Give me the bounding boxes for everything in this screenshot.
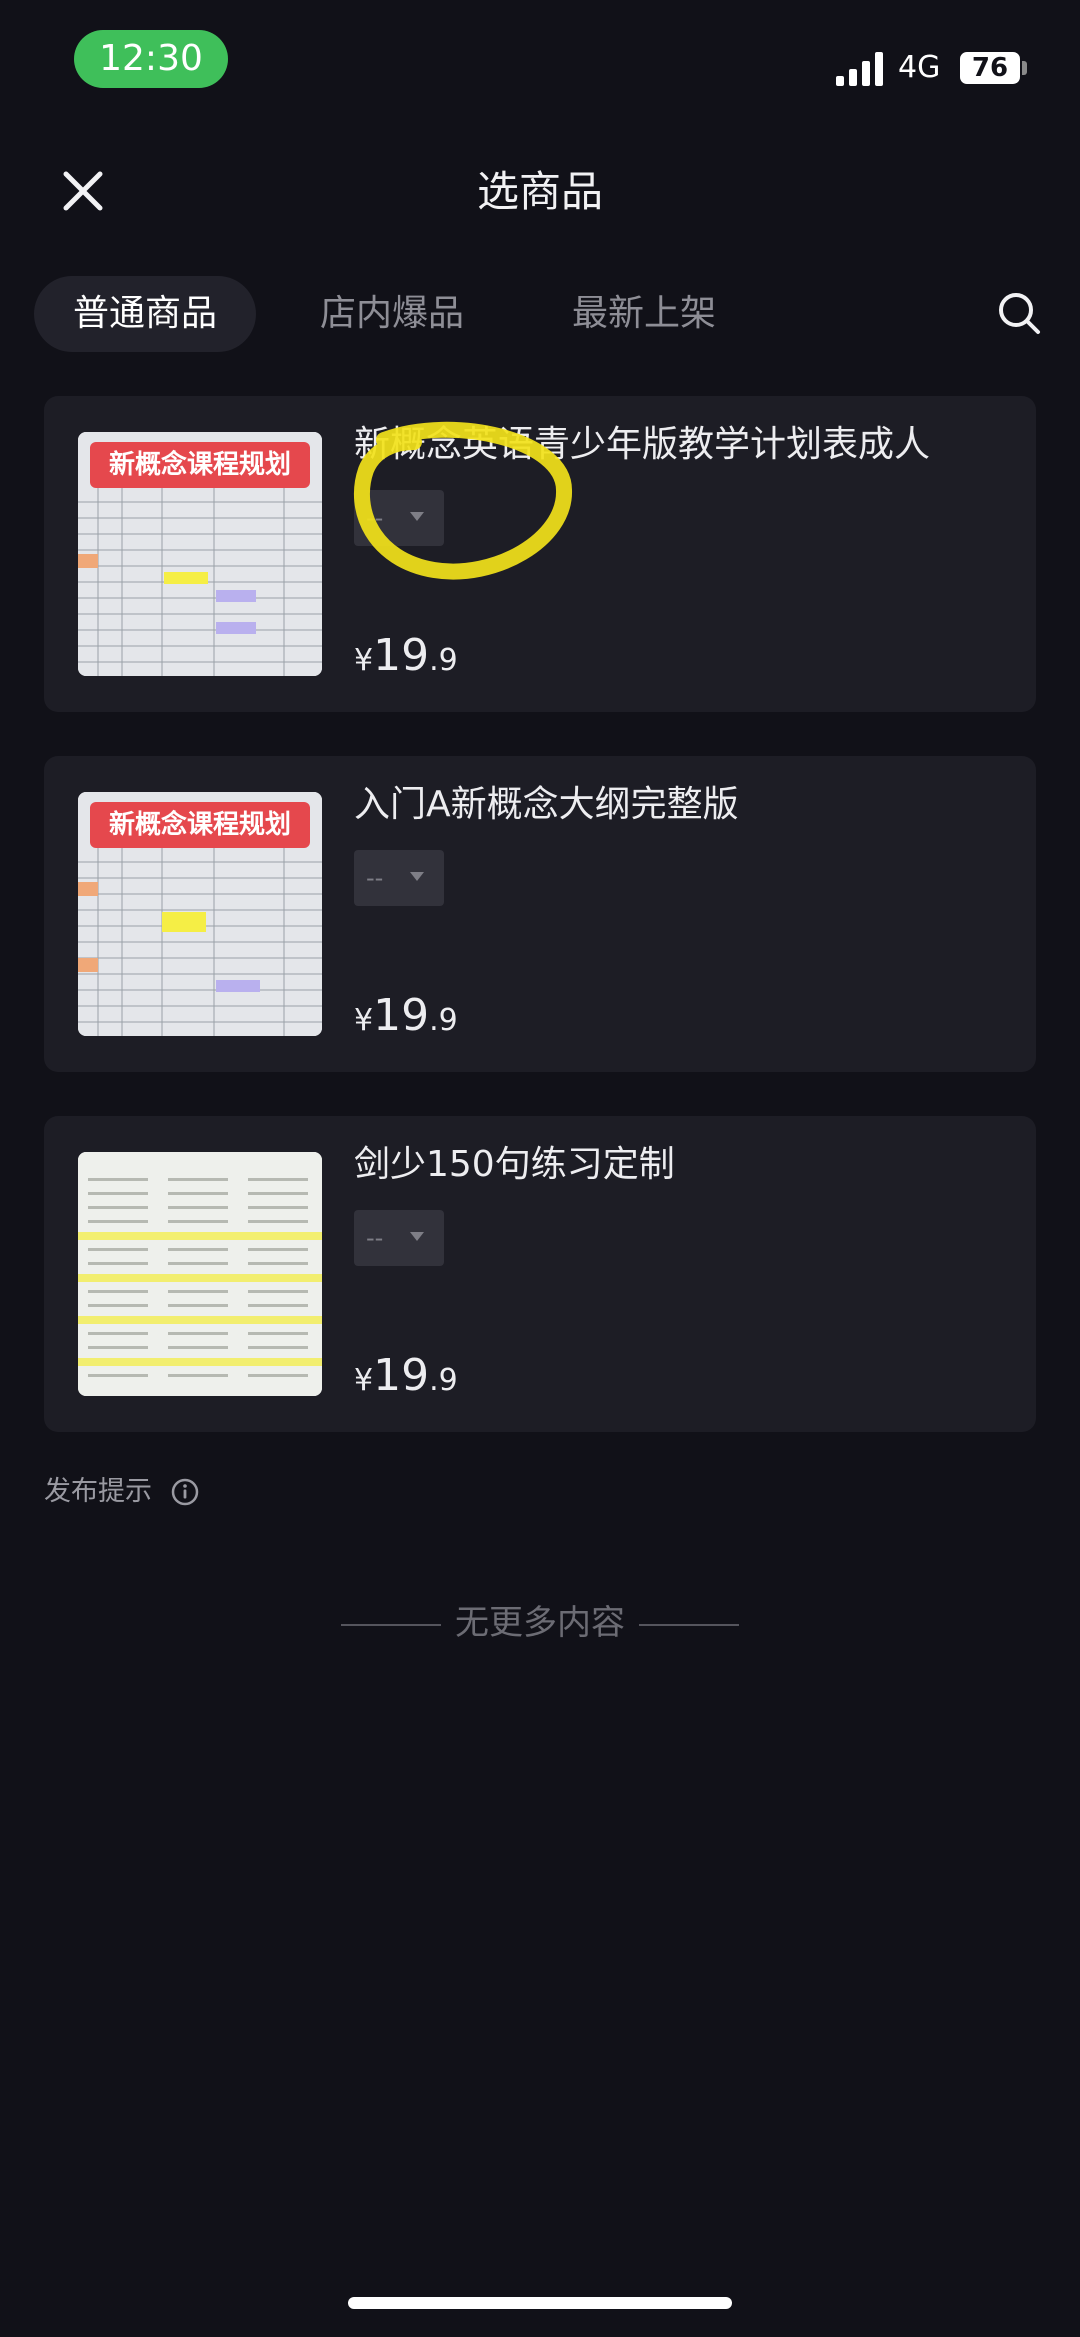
battery-tip	[1022, 61, 1027, 75]
price-integer: 19	[373, 990, 430, 1041]
status-bar: 12:30 4G 76	[0, 0, 1080, 120]
product-thumbnail	[78, 1152, 322, 1396]
no-more-content: 无更多内容	[0, 1600, 1080, 1646]
chevron-down-icon	[410, 872, 424, 881]
spec-select[interactable]: --	[354, 490, 444, 546]
battery-level: 76	[960, 52, 1020, 84]
product-list: 新概念课程规划 新概念英语青少年版教学计划表成人 -- ¥19.9 新概念课程规…	[44, 396, 1036, 1476]
divider	[639, 1623, 739, 1626]
spec-value: --	[366, 1224, 384, 1252]
price-symbol: ¥	[354, 1363, 374, 1398]
search-icon[interactable]	[996, 290, 1042, 336]
price-decimal: .9	[429, 1363, 458, 1398]
product-title: 剑少150句练习定制	[354, 1144, 675, 1185]
publish-tip-label: 发布提示	[44, 1476, 152, 1507]
price-integer: 19	[373, 1350, 430, 1401]
spec-select[interactable]: --	[354, 1210, 444, 1266]
spec-value: --	[366, 864, 384, 892]
product-price: ¥19.9	[354, 992, 458, 1049]
no-more-label: 无更多内容	[455, 1603, 625, 1643]
product-price: ¥19.9	[354, 632, 458, 689]
network-label: 4G	[898, 50, 941, 85]
chevron-down-icon	[410, 512, 424, 521]
product-title: 新概念英语青少年版教学计划表成人	[354, 424, 931, 465]
spec-select[interactable]: --	[354, 850, 444, 906]
price-integer: 19	[373, 630, 430, 681]
page-title: 选商品	[476, 167, 603, 216]
divider	[341, 1623, 441, 1626]
product-thumbnail: 新概念课程规划	[78, 432, 322, 676]
price-decimal: .9	[429, 1003, 458, 1038]
spec-value: --	[366, 504, 384, 532]
product-title: 入门A新概念大纲完整版	[354, 784, 739, 825]
price-decimal: .9	[429, 643, 458, 678]
status-time: 12:30	[74, 30, 228, 88]
tab-store-bestsellers[interactable]: 店内爆品	[320, 276, 464, 352]
signal-icon	[836, 52, 883, 86]
product-thumbnail: 新概念课程规划	[78, 792, 322, 1036]
info-icon[interactable]	[170, 1477, 200, 1507]
price-symbol: ¥	[354, 643, 374, 678]
chevron-down-icon	[410, 1232, 424, 1241]
product-price: ¥19.9	[354, 1352, 458, 1409]
product-card[interactable]: 剑少150句练习定制 -- ¥19.9	[44, 1116, 1036, 1432]
price-symbol: ¥	[354, 1003, 374, 1038]
close-icon[interactable]	[60, 168, 106, 214]
thumbnail-banner: 新概念课程规划	[108, 450, 291, 480]
product-card[interactable]: 新概念课程规划 新概念英语青少年版教学计划表成人 -- ¥19.9	[44, 396, 1036, 712]
tab-regular-products[interactable]: 普通商品	[34, 276, 256, 352]
thumbnail-banner: 新概念课程规划	[108, 810, 291, 840]
product-card[interactable]: 新概念课程规划 入门A新概念大纲完整版 -- ¥19.9	[44, 756, 1036, 1072]
home-indicator[interactable]	[348, 2297, 732, 2309]
tab-newest[interactable]: 最新上架	[572, 276, 716, 352]
